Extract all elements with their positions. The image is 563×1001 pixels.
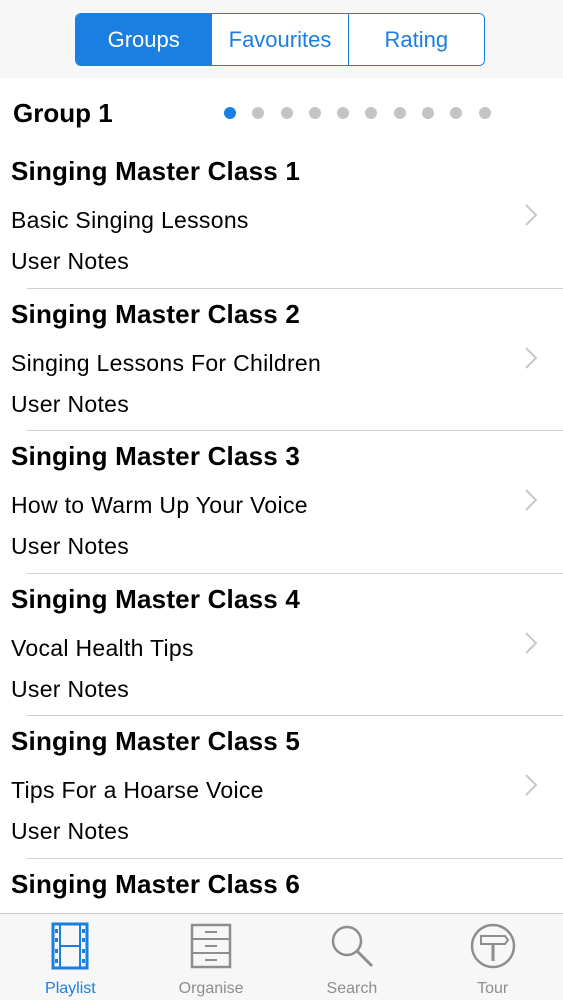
item-notes: User Notes	[11, 818, 129, 845]
item-title: Singing Master Class 5	[11, 726, 300, 757]
list-item[interactable]: Singing Master Class 4 Vocal Health Tips…	[0, 574, 563, 717]
item-title: Singing Master Class 1	[11, 156, 300, 187]
tab-playlist[interactable]: Playlist	[0, 914, 141, 1000]
chevron-right-icon	[525, 204, 537, 226]
tab-bar: Playlist Organise Search Tour	[0, 913, 563, 1000]
tab-label: Search	[327, 981, 378, 997]
item-notes: User Notes	[11, 533, 129, 560]
playlist-list: Singing Master Class 1 Basic Singing Les…	[0, 146, 563, 1001]
tab-label: Organise	[179, 981, 244, 997]
item-subtitle: Vocal Health Tips	[11, 635, 194, 662]
page-dot[interactable]	[479, 107, 491, 119]
list-item[interactable]: Singing Master Class 5 Tips For a Hoarse…	[0, 716, 563, 859]
segment-rating[interactable]: Rating	[348, 14, 484, 65]
chevron-right-icon	[525, 774, 537, 796]
filing-cabinet-icon	[186, 921, 236, 971]
page-dot[interactable]	[394, 107, 406, 119]
chevron-right-icon	[525, 632, 537, 654]
segment-favourites[interactable]: Favourites	[211, 14, 347, 65]
page-dot[interactable]	[337, 107, 349, 119]
item-notes: User Notes	[11, 676, 129, 703]
tab-label: Tour	[477, 981, 508, 997]
group-title: Group 1	[13, 98, 113, 129]
page-dot[interactable]	[365, 107, 377, 119]
chevron-right-icon	[525, 347, 537, 369]
item-notes: User Notes	[11, 248, 129, 275]
page-indicator[interactable]	[224, 107, 491, 119]
page-dot[interactable]	[281, 107, 293, 119]
signpost-icon	[468, 921, 518, 971]
item-subtitle: How to Warm Up Your Voice	[11, 492, 308, 519]
chevron-right-icon	[525, 489, 537, 511]
item-title: Singing Master Class 6	[11, 869, 300, 900]
top-bar: Groups Favourites Rating	[0, 0, 563, 78]
segment-groups[interactable]: Groups	[76, 14, 211, 65]
item-title: Singing Master Class 2	[11, 299, 300, 330]
item-subtitle: Tips For a Hoarse Voice	[11, 777, 264, 804]
page-dot[interactable]	[309, 107, 321, 119]
list-item[interactable]: Singing Master Class 2 Singing Lessons F…	[0, 289, 563, 432]
item-subtitle: Singing Lessons For Children	[11, 350, 321, 377]
tab-tour[interactable]: Tour	[422, 914, 563, 1000]
tab-label: Playlist	[45, 981, 96, 997]
list-item[interactable]: Singing Master Class 1 Basic Singing Les…	[0, 146, 563, 289]
magnifier-icon	[327, 921, 377, 971]
tab-organise[interactable]: Organise	[141, 914, 282, 1000]
page-dot[interactable]	[224, 107, 236, 119]
group-header: Group 1	[0, 78, 563, 150]
list-item[interactable]: Singing Master Class 3 How to Warm Up Yo…	[0, 431, 563, 574]
item-title: Singing Master Class 4	[11, 584, 300, 615]
tab-search[interactable]: Search	[282, 914, 423, 1000]
item-subtitle: Basic Singing Lessons	[11, 207, 249, 234]
page-dot[interactable]	[252, 107, 264, 119]
page-dot[interactable]	[450, 107, 462, 119]
item-title: Singing Master Class 3	[11, 441, 300, 472]
segmented-control: Groups Favourites Rating	[75, 13, 485, 66]
item-notes: User Notes	[11, 391, 129, 418]
film-strip-icon	[45, 921, 95, 971]
page-dot[interactable]	[422, 107, 434, 119]
